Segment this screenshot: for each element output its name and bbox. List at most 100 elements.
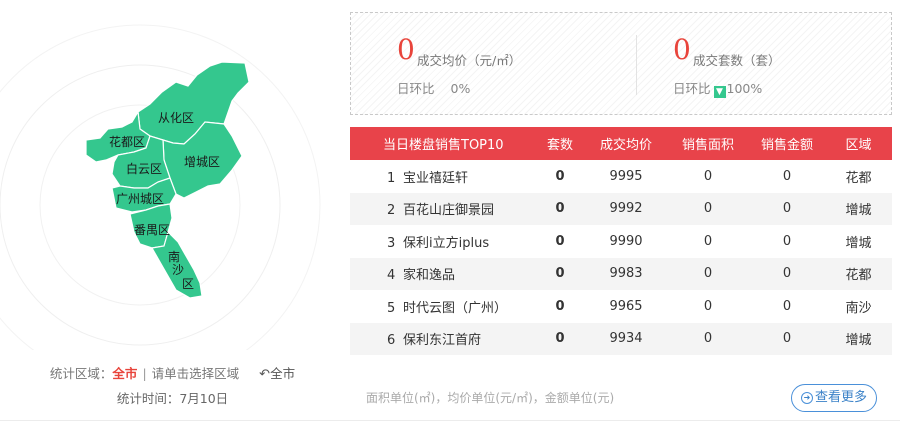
cell-amount: 0 <box>782 168 792 184</box>
summary-sets: 0 成交套数（套） 日环比 ▼ 100% <box>673 13 893 116</box>
undo-arrow-icon: ↶ <box>259 367 271 382</box>
cell-area: 0 <box>703 168 713 184</box>
cell-amount: 0 <box>782 298 792 314</box>
cell-area: 0 <box>703 266 713 282</box>
top10-sales-table: 当日楼盘销售TOP10 套数 成交均价 销售面积 销售金额 区域 1 宝业禧廷轩 0… <box>350 127 892 356</box>
label-zengcheng: 增城区 <box>184 155 220 169</box>
table-row[interactable]: 6 保利东江首府 0 9934 0 0 增城 <box>350 322 892 355</box>
cell-sets: 0 <box>555 233 565 249</box>
table-row[interactable]: 2 百花山庄御景园 0 9992 0 0 增城 <box>350 192 892 225</box>
cell-project-name[interactable]: 家和逸品 <box>403 268 455 283</box>
table-row[interactable]: 5 时代云图（广州） 0 9965 0 0 南沙 <box>350 290 892 323</box>
avg-price-ratio-label: 日环比 <box>397 81 435 96</box>
header-project: 当日楼盘销售TOP10 <box>383 138 504 153</box>
stat-region-row: 统计区域：全市 | 请单击选择区域 ↶全市 <box>0 363 345 382</box>
header-price: 成交均价 <box>599 138 652 153</box>
view-more-label: 查看更多 <box>814 390 867 405</box>
label-nansha-1: 南 <box>168 249 180 264</box>
cell-rank: 1 <box>387 170 396 186</box>
bottom-divider <box>0 420 900 421</box>
cell-sets: 0 <box>555 298 565 314</box>
table-row[interactable]: 7康兴城（佳苑）0992200南沙 <box>350 355 892 356</box>
label-panyu: 番禺区 <box>134 223 170 237</box>
stat-time-row: 统计时间：7月10日 <box>0 388 345 407</box>
avg-price-label: 成交均价（元/㎡） <box>417 53 522 68</box>
table-row[interactable]: 3 保利i立方iplus 0 9990 0 0 增城 <box>350 225 892 258</box>
avg-price-value: 0 <box>397 33 415 66</box>
cell-rank: 6 <box>387 333 396 349</box>
header-amount: 销售金额 <box>760 138 813 153</box>
table-row[interactable]: 4 家和逸品 0 9983 0 0 花都 <box>350 257 892 290</box>
cell-price: 9965 <box>609 298 643 314</box>
view-more-button[interactable]: ➜ 查看更多 <box>791 384 877 412</box>
cell-project-name[interactable]: 保利i立方iplus <box>403 236 489 251</box>
label-nansha-3: 区 <box>182 277 194 291</box>
table-row[interactable]: 1 宝业禧廷轩 0 9995 0 0 花都 <box>350 160 892 193</box>
label-baiyun: 白云区 <box>126 161 162 176</box>
sets-ratio: 日环比 ▼ 100% <box>673 78 762 98</box>
cell-rank: 2 <box>387 203 396 219</box>
cell-rank: 5 <box>387 300 396 316</box>
cell-region: 南沙 <box>845 300 872 316</box>
sets-value: 0 <box>673 33 691 66</box>
summary-box: 0 成交均价（元/㎡） 日环比 0% 0 成交套数（套） 日环比 ▼ 100% <box>350 12 892 115</box>
avg-price-ratio: 日环比 0% <box>397 78 470 97</box>
header-area: 销售面积 <box>681 138 734 153</box>
stat-region-label: 统计区域： <box>49 366 113 381</box>
cell-sets: 0 <box>555 168 565 184</box>
cell-project: 4 家和逸品 <box>350 264 535 283</box>
cell-rank: 3 <box>387 235 396 251</box>
cell-price: 9934 <box>609 331 643 347</box>
cell-region: 增城 <box>845 333 872 349</box>
cell-amount: 0 <box>782 201 792 217</box>
header-sets: 套数 <box>546 138 573 153</box>
header-region: 区域 <box>845 138 872 153</box>
cell-project: 1 宝业禧廷轩 <box>350 167 535 186</box>
all-city-label: 全市 <box>270 366 296 381</box>
cell-project: 3 保利i立方iplus <box>350 232 535 251</box>
cell-price: 9990 <box>609 233 643 249</box>
cell-sets: 0 <box>555 201 565 217</box>
stat-separator: | <box>142 366 147 381</box>
down-arrow-icon: ▼ <box>713 86 726 98</box>
sets-ratio-label: 日环比 <box>673 81 711 96</box>
cell-sets: 0 <box>555 331 565 347</box>
cell-region: 花都 <box>845 170 872 186</box>
summary-avg-price: 0 成交均价（元/㎡） 日环比 0% <box>397 13 617 116</box>
cell-area: 0 <box>703 201 713 217</box>
cell-price: 9995 <box>609 168 643 184</box>
cell-project-name[interactable]: 宝业禧廷轩 <box>403 171 468 186</box>
stat-hint: 请单击选择区域 <box>151 366 240 381</box>
arrow-right-icon: ➜ <box>800 392 813 404</box>
cell-project: 5 时代云图（广州） <box>350 297 535 316</box>
table-body: 1 宝业禧廷轩 0 9995 0 0 花都 2 百花山庄御景园 0 9992 0 0 增城 3 保利i立方ip… <box>350 160 892 356</box>
cell-project: 6 保利东江首府 <box>350 329 535 348</box>
unit-note: 面积单位(㎡)，均价单位(元/㎡)，金额单位(元) <box>366 391 615 405</box>
guangzhou-district-map: 从化区 花都区 增城区 白云区 广州城区 番禺区 南 沙 区 <box>0 24 321 350</box>
cell-amount: 0 <box>782 331 792 347</box>
cell-project-name[interactable]: 时代云图（广州） <box>403 301 507 316</box>
sets-ratio-value: 100% <box>726 81 763 96</box>
cell-region: 增城 <box>845 203 872 219</box>
all-city-link[interactable]: ↶全市 <box>259 366 296 382</box>
stat-time-label: 统计时间： <box>116 391 180 406</box>
cell-price: 9992 <box>609 201 643 217</box>
label-huadu: 花都区 <box>109 134 145 149</box>
cell-rank: 4 <box>387 268 396 284</box>
cell-project-name[interactable]: 百花山庄御景园 <box>403 203 494 218</box>
stat-region-value: 全市 <box>112 366 138 381</box>
cell-region: 花都 <box>845 268 872 284</box>
summary-divider <box>636 35 637 95</box>
stat-time-value: 7月10日 <box>179 391 229 406</box>
table-header: 当日楼盘销售TOP10 套数 成交均价 销售面积 销售金额 区域 <box>350 127 892 160</box>
district-map-panel: 从化区 花都区 增城区 白云区 广州城区 番禺区 南 沙 区 统计区域：全市 | 请… <box>0 0 345 423</box>
label-nansha-2: 沙 <box>172 263 184 277</box>
district-conghua[interactable] <box>137 61 250 145</box>
avg-price-ratio-value: 0% <box>450 81 471 96</box>
label-conghua: 从化区 <box>158 111 194 125</box>
cell-amount: 0 <box>782 233 792 249</box>
sets-label: 成交套数（套） <box>693 53 781 68</box>
cell-project-name[interactable]: 保利东江首府 <box>403 333 481 348</box>
label-guangzhoucheng: 广州城区 <box>116 192 164 206</box>
cell-area: 0 <box>703 233 713 249</box>
